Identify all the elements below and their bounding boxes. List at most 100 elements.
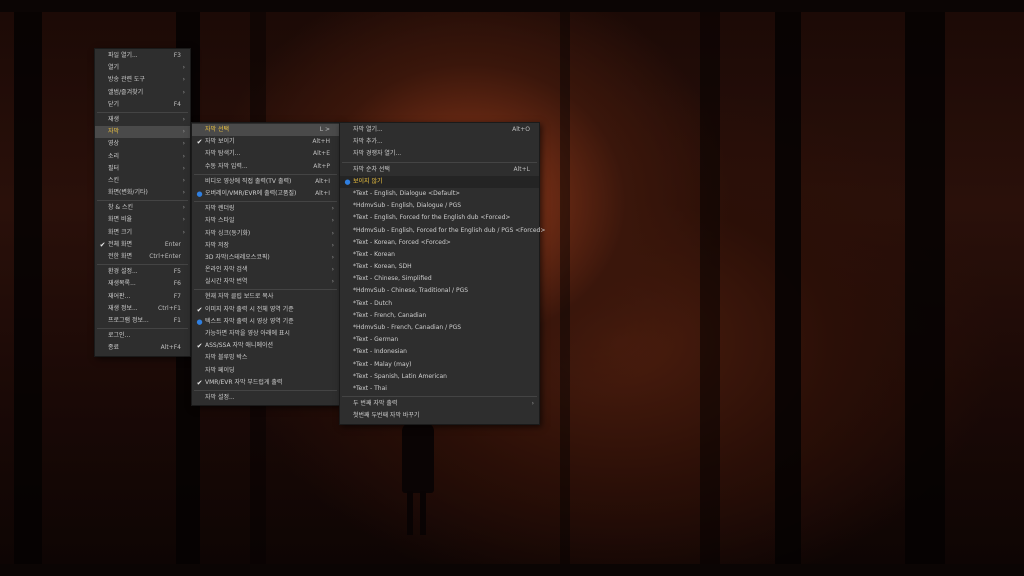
- silhouette-figure: [398, 407, 438, 537]
- menu-item-control-panel[interactable]: 재어판... F7: [95, 291, 190, 303]
- radio-dot-icon: ●: [196, 189, 203, 198]
- subtitle-track-item[interactable]: *HdmvSub - Chinese, Traditional / PGS: [340, 285, 539, 297]
- menu-item-online-search[interactable]: 온라인 자막 검색 ›: [192, 264, 339, 276]
- menu-separator: [97, 111, 188, 113]
- menu-item-subtitle-fading[interactable]: 자막 페이딩: [192, 365, 339, 377]
- menu-item-screen-size[interactable]: 화면 크기 ›: [95, 227, 190, 239]
- menu-item-program-info[interactable]: 프로그램 정보... F1: [95, 315, 190, 327]
- menu-item-broadcast-tools[interactable]: 방송 관련 도구 ›: [95, 74, 190, 86]
- menu-item-subtitle-sync[interactable]: 자막 싱크(동기화) ›: [192, 228, 339, 240]
- menu-item-fullscreen[interactable]: ✔ 전체 화면 Enter: [95, 239, 190, 251]
- menu-item-second-subtitle[interactable]: 두 번째 자막 출력 ›: [340, 398, 539, 410]
- menu-item-text-subtitle-video[interactable]: ● 텍스트 자막 출력 시 영상 영역 기준: [192, 316, 339, 328]
- menu-item-close[interactable]: 닫기 F4: [95, 99, 190, 111]
- menu-item-subtitle-select[interactable]: 자막 선택 L >: [192, 124, 339, 137]
- menu-label: 오버레이/VMR/EVR에 출력(고품질): [205, 189, 297, 197]
- shortcut-label: F3: [173, 52, 181, 59]
- submenu-arrow-icon: ›: [182, 88, 185, 96]
- subtitle-track-item[interactable]: *Text - Dutch: [340, 298, 539, 310]
- menu-label: 자막: [108, 128, 120, 136]
- menu-item-filter[interactable]: 필터 ›: [95, 163, 190, 175]
- shortcut-label: Alt+I: [315, 189, 330, 197]
- menu-label: 이미지 자막 출력 시 전체 영역 기준: [205, 305, 294, 313]
- menu-label: *Text - Korean: [353, 250, 395, 258]
- checkmark-icon: ✔: [99, 240, 106, 249]
- menu-label: 자막 스타일: [205, 217, 235, 225]
- menu-item-smooth-output[interactable]: ✔ VMR/EVR 자막 부드럽게 출력: [192, 377, 339, 389]
- menu-label: *Text - Malay (may): [353, 360, 412, 368]
- menu-item-playlist[interactable]: 재생목록... F6: [95, 278, 190, 290]
- tree-trunk: [14, 12, 42, 564]
- menu-item-open-subtitle[interactable]: 자막 열기... Alt+O: [340, 124, 539, 136]
- menu-item-audio[interactable]: 소리 ›: [95, 151, 190, 163]
- menu-item-3d-subtitle[interactable]: 3D 자막(스테레오스코픽) ›: [192, 252, 339, 264]
- menu-item-cycle-subtitle[interactable]: 자막 순차 선택 Alt+L: [340, 164, 539, 176]
- subtitle-track-item[interactable]: *Text - Spanish, Latin American: [340, 371, 539, 383]
- menu-item-exit[interactable]: 종료 Alt+F4: [95, 342, 190, 354]
- subtitle-track-item[interactable]: *Text - Korean, SDH: [340, 261, 539, 273]
- menu-item-realtime-translate[interactable]: 실시간 자막 번역 ›: [192, 276, 339, 288]
- subtitle-track-item[interactable]: *Text - German: [340, 334, 539, 346]
- menu-item-ass-animation[interactable]: ✔ ASS/SSA 자막 애니메이션: [192, 340, 339, 352]
- subtitle-track-item[interactable]: *Text - Chinese, Simplified: [340, 273, 539, 285]
- menu-item-open-file[interactable]: 파일 열기... F3: [95, 50, 190, 62]
- menu-separator: [342, 396, 537, 398]
- menu-label: *Text - Dutch: [353, 299, 392, 307]
- menu-item-hide-subtitle[interactable]: ● 보이지 않기: [340, 175, 539, 188]
- menu-item-video[interactable]: 영상 ›: [95, 138, 190, 150]
- menu-item-skin[interactable]: 스킨 ›: [95, 175, 190, 187]
- menu-label: 온라인 자막 검색: [205, 266, 248, 274]
- menu-item-blooming-box[interactable]: 자막 블루밍 박스: [192, 352, 339, 364]
- menu-label: 재생목록...: [108, 280, 136, 288]
- subtitle-track-item[interactable]: *Text - English, Dialogue <Default>: [340, 188, 539, 200]
- menu-item-manual-subtitle[interactable]: 수동 자막 입력... Alt+P: [192, 161, 339, 173]
- menu-item-login[interactable]: 로그인...: [95, 330, 190, 342]
- submenu-arrow-icon: ›: [331, 205, 334, 213]
- menu-item-playback-info[interactable]: 재생 정보... Ctrl+F1: [95, 303, 190, 315]
- checkmark-icon: ✔: [196, 305, 203, 314]
- menu-item-preferences[interactable]: 환경 설정... F5: [95, 266, 190, 278]
- menu-item-swap-subtitles[interactable]: 첫번째 두번째 자막 바꾸기: [340, 410, 539, 422]
- menu-item-subtitles[interactable]: 자막 ›: [95, 126, 190, 139]
- menu-item-subtitle-explorer[interactable]: 자막 탐색기... Alt+E: [192, 148, 339, 160]
- menu-separator: [97, 264, 188, 266]
- subtitle-track-item[interactable]: *Text - Thai: [340, 383, 539, 395]
- menu-label: 자막 탐색기...: [205, 150, 241, 158]
- menu-item-full-screen-alt[interactable]: 전한 화면 Ctrl+Enter: [95, 251, 190, 263]
- menu-item-image-subtitle-full[interactable]: ✔ 이미지 자막 출력 시 전체 영역 기준: [192, 304, 339, 316]
- subtitle-track-item[interactable]: *Text - Korean, Forced <Forced>: [340, 237, 539, 249]
- menu-item-output-video[interactable]: 비디오 영상에 직접 출력(TV 출력) Alt+I: [192, 176, 339, 188]
- subtitle-track-item[interactable]: *Text - French, Canadian: [340, 310, 539, 322]
- menu-item-subtitle-settings[interactable]: 자막 설정...: [192, 392, 339, 404]
- main-context-menu: 파일 열기... F3 열기 › 방송 관련 도구 › 앨범/즐겨찾기 › 닫기 F4 재…: [94, 48, 191, 357]
- menu-item-output-overlay[interactable]: ● 오버레이/VMR/EVR에 출력(고품질) Alt+I: [192, 188, 339, 200]
- subtitle-track-item[interactable]: *Text - English, Forced for the English …: [340, 212, 539, 224]
- subtitle-track-item[interactable]: *Text - Malay (may): [340, 359, 539, 371]
- tree-trunk: [905, 12, 945, 564]
- subtitle-track-item[interactable]: *HdmvSub - French, Canadian / PGS: [340, 322, 539, 334]
- menu-label: 자막 싱크(동기화): [205, 229, 251, 237]
- menu-item-playback[interactable]: 재생 ›: [95, 114, 190, 126]
- menu-item-open-subtitle-alt[interactable]: 자막 경쟁자 열기...: [340, 148, 539, 160]
- subtitle-track-item[interactable]: *HdmvSub - English, Dialogue / PGS: [340, 200, 539, 212]
- submenu-arrow-icon: ›: [182, 115, 185, 123]
- menu-item-subtitle-below[interactable]: 가능하면 자막을 영상 아래에 표시: [192, 328, 339, 340]
- menu-label: 첫번째 두번째 자막 바꾸기: [353, 412, 420, 420]
- menu-label: 전체 화면: [108, 240, 132, 248]
- menu-item-window-skin[interactable]: 창 & 스킨 ›: [95, 202, 190, 214]
- menu-item-aspect-ratio[interactable]: 화면 비율 ›: [95, 214, 190, 226]
- subtitle-track-item[interactable]: *Text - Indonesian: [340, 346, 539, 358]
- menu-item-album-favorites[interactable]: 앨범/즐겨찾기 ›: [95, 87, 190, 99]
- menu-item-subtitle-rendering[interactable]: 자막 렌더링 ›: [192, 203, 339, 215]
- subtitle-track-item[interactable]: *Text - Korean: [340, 249, 539, 261]
- menu-item-screen-other[interactable]: 화면(변화/기타) ›: [95, 187, 190, 199]
- menu-item-subtitle-style[interactable]: 자막 스타일 ›: [192, 215, 339, 227]
- menu-item-subtitle-save[interactable]: 자막 저장 ›: [192, 240, 339, 252]
- submenu-arrow-icon: ›: [182, 189, 185, 197]
- subtitle-track-item[interactable]: *HdmvSub - English, Forced for the Engli…: [340, 225, 545, 237]
- menu-item-show-subtitles[interactable]: ✔ 자막 보이기 Alt+H: [192, 136, 339, 148]
- menu-item-copy-subtitle[interactable]: 현재 자막 클립 보드로 복사: [192, 291, 339, 303]
- menu-item-open[interactable]: 열기 ›: [95, 62, 190, 74]
- menu-label: 재생 정보...: [108, 304, 138, 312]
- menu-item-add-subtitle[interactable]: 자막 추가...: [340, 136, 539, 148]
